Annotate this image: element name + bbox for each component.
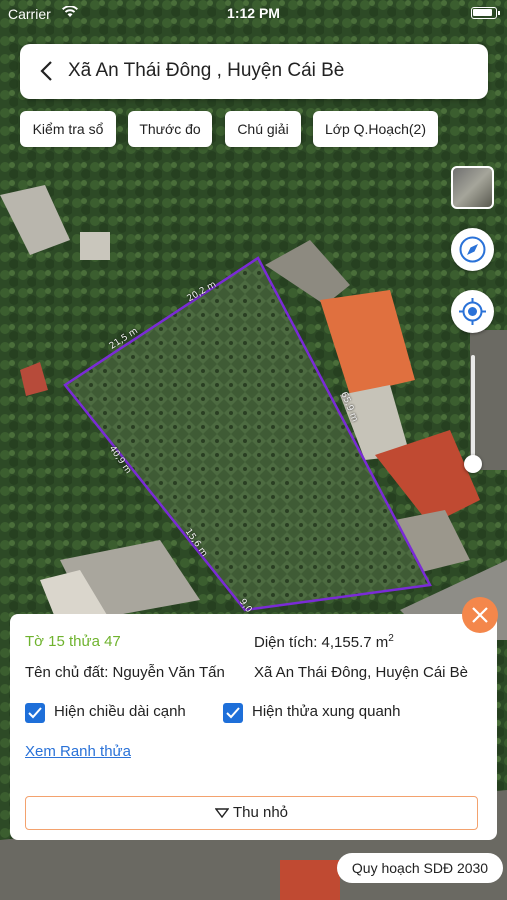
show-edges-label: Hiện chiều dài cạnh <box>54 703 186 720</box>
collapse-button[interactable]: Thu nhỏ <box>25 796 478 830</box>
opacity-slider-track[interactable] <box>471 355 475 465</box>
planning-layer-button[interactable]: Lớp Q.Hoạch(2) <box>313 111 438 147</box>
area-label: Diện tích: 4,155.7 m <box>254 634 389 651</box>
parcel-info-panel: Tờ 15 thửa 47 Diện tích: 4,155.7 m2 Tên … <box>10 614 497 840</box>
my-location-button[interactable] <box>451 290 494 333</box>
map-layer-toggle[interactable] <box>451 166 494 209</box>
compass-icon <box>459 236 486 263</box>
area-unit-superscript: 2 <box>388 633 394 644</box>
clock: 1:12 PM <box>227 5 280 21</box>
crosshair-icon <box>459 298 486 325</box>
parcel-area: Diện tích: 4,155.7 m2 <box>254 633 394 651</box>
checkmark-icon <box>28 707 42 719</box>
location-title: Xã An Thái Đông , Huyện Cái Bè <box>68 60 345 81</box>
parcel-id: Tờ 15 thửa 47 <box>25 633 121 650</box>
legend-button[interactable]: Chú giải <box>225 111 301 147</box>
close-icon <box>472 607 488 623</box>
status-bar: Carrier 1:12 PM <box>0 0 507 28</box>
collapse-label: Thu nhỏ <box>232 804 289 821</box>
back-arrow-icon[interactable] <box>34 58 60 84</box>
planning-badge[interactable]: Quy hoạch SDĐ 2030 <box>337 853 503 883</box>
owner-name: Tên chủ đất: Nguyễn Văn Tấn <box>25 664 225 681</box>
location-header: Xã An Thái Đông , Huyện Cái Bè <box>20 44 488 99</box>
view-boundary-link[interactable]: Xem Ranh thửa <box>25 743 131 760</box>
battery-icon <box>471 7 500 19</box>
show-neighbors-checkbox[interactable] <box>223 703 243 723</box>
compass-button[interactable] <box>451 228 494 271</box>
ruler-button[interactable]: Thước đo <box>128 111 212 147</box>
check-book-button[interactable]: Kiểm tra sổ <box>20 111 116 147</box>
opacity-slider-thumb[interactable] <box>464 455 482 473</box>
triangle-down-icon <box>214 808 230 819</box>
show-neighbors-label: Hiện thửa xung quanh <box>252 703 401 720</box>
parcel-location: Xã An Thái Đông, Huyện Cái Bè <box>254 664 469 681</box>
checkmark-icon <box>226 707 240 719</box>
show-edges-checkbox[interactable] <box>25 703 45 723</box>
close-panel-button[interactable] <box>462 597 498 633</box>
